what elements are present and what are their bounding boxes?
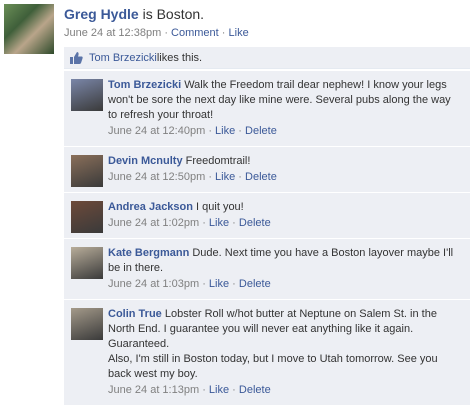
comment-like-link[interactable]: Like (215, 171, 235, 183)
separator: · (202, 278, 206, 290)
comment-meta: June 24 at 12:50pm · Like · Delete (108, 170, 462, 185)
commenter-avatar[interactable] (71, 201, 103, 233)
comment-body: Colin True Lobster Roll w/hot butter at … (108, 307, 462, 382)
comment-timestamp: June 24 at 1:03pm (108, 278, 200, 290)
comment-item: Colin True Lobster Roll w/hot butter at … (64, 299, 470, 405)
poster-avatar[interactable] (4, 4, 54, 54)
separator: · (232, 278, 236, 290)
comment-body: Devin Mcnulty Freedomtrail! (108, 154, 462, 169)
commenter-name-link[interactable]: Tom Brzezicki (108, 79, 181, 91)
comment-timestamp: June 24 at 12:40pm (108, 125, 206, 137)
separator: · (221, 27, 226, 39)
comment-timestamp: June 24 at 12:50pm (108, 171, 206, 183)
comment-delete-link[interactable]: Delete (239, 278, 271, 290)
commenter-avatar[interactable] (71, 308, 103, 340)
post-meta: June 24 at 12:38pm · Comment · Like (64, 27, 464, 39)
commenter-name-link[interactable]: Colin True (108, 308, 162, 320)
separator: · (208, 171, 212, 183)
comment-meta: June 24 at 12:40pm · Like · Delete (108, 124, 462, 139)
likes-suffix: likes this. (156, 51, 203, 64)
like-link[interactable]: Like (229, 27, 249, 39)
commenter-avatar[interactable] (71, 79, 103, 111)
separator: · (238, 125, 242, 137)
separator: · (164, 27, 168, 39)
post-author-link[interactable]: Greg Hydle (64, 6, 139, 22)
likes-bar: Tom Brzezicki likes this. (64, 47, 470, 69)
comment-delete-link[interactable]: Delete (239, 384, 271, 396)
comment-body: Kate Bergmann Dude. Next time you have a… (108, 246, 462, 276)
comment-delete-link[interactable]: Delete (245, 171, 277, 183)
comment-list: Tom Brzezicki Walk the Freedom trail dea… (64, 70, 470, 405)
commenter-avatar[interactable] (71, 247, 103, 279)
comment-item: Tom Brzezicki Walk the Freedom trail dea… (64, 70, 470, 146)
commenter-name-link[interactable]: Andrea Jackson (108, 201, 193, 213)
commenter-name-link[interactable]: Kate Bergmann (108, 247, 189, 259)
separator: · (208, 125, 212, 137)
comment-delete-link[interactable]: Delete (245, 125, 277, 137)
comment-like-link[interactable]: Like (209, 278, 229, 290)
thumbs-up-icon (70, 51, 83, 64)
comment-like-link[interactable]: Like (209, 384, 229, 396)
comment-timestamp: June 24 at 1:02pm (108, 217, 200, 229)
post-header: Greg Hydle is Boston. June 24 at 12:38pm… (64, 6, 464, 39)
liker-link[interactable]: Tom Brzezicki (89, 52, 157, 64)
comment-meta: June 24 at 1:03pm · Like · Delete (108, 277, 462, 292)
comment-body: Tom Brzezicki Walk the Freedom trail dea… (108, 78, 462, 123)
comment-item: Devin Mcnulty Freedomtrail! June 24 at 1… (64, 146, 470, 192)
comment-item: Kate Bergmann Dude. Next time you have a… (64, 238, 470, 299)
comment-meta: June 24 at 1:13pm · Like · Delete (108, 383, 462, 398)
comment-meta: June 24 at 1:02pm · Like · Delete (108, 216, 462, 231)
post-text: is Boston. (138, 6, 205, 22)
comment-delete-link[interactable]: Delete (239, 217, 271, 229)
separator: · (202, 217, 206, 229)
comment-link[interactable]: Comment (171, 27, 219, 39)
separator: · (232, 217, 236, 229)
separator: · (202, 384, 206, 396)
separator: · (238, 171, 242, 183)
comment-timestamp: June 24 at 1:13pm (108, 384, 200, 396)
comment-body: Andrea Jackson I quit you! (108, 200, 462, 215)
comment-item: Andrea Jackson I quit you! June 24 at 1:… (64, 192, 470, 238)
separator: · (232, 384, 236, 396)
comment-like-link[interactable]: Like (215, 125, 235, 137)
commenter-name-link[interactable]: Devin Mcnulty (108, 155, 183, 167)
post-timestamp[interactable]: June 24 at 12:38pm (64, 27, 161, 39)
commenter-avatar[interactable] (71, 155, 103, 187)
comment-text: I quit you! (192, 201, 244, 213)
comment-like-link[interactable]: Like (209, 217, 229, 229)
comment-text: Freedomtrail! (182, 155, 251, 167)
